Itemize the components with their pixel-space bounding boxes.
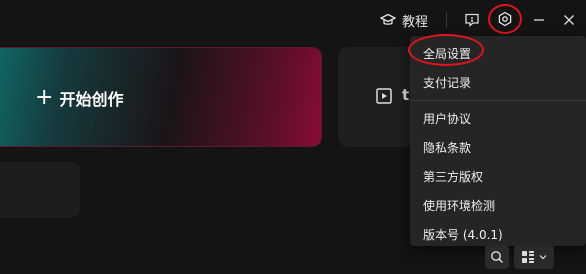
feedback-icon bbox=[465, 13, 479, 27]
start-creating-text: 开始创作 bbox=[59, 90, 124, 109]
titlebar-divider bbox=[446, 12, 447, 28]
menu-item-user-agreement[interactable]: 用户协议 bbox=[410, 105, 586, 134]
settings-dropdown-menu: 全局设置 支付记录 用户协议 隐私条款 第三方版权 使用环境检测 版本号 (4.… bbox=[410, 36, 586, 246]
close-button[interactable] bbox=[560, 9, 578, 31]
close-icon bbox=[564, 15, 574, 25]
minimize-button[interactable] bbox=[530, 9, 548, 31]
tutorial-button[interactable]: 教程 bbox=[380, 9, 428, 31]
plus-icon: + bbox=[35, 85, 54, 110]
start-creating-label: + 开始创作 bbox=[35, 86, 123, 110]
menu-item-global-settings[interactable]: 全局设置 bbox=[410, 40, 586, 69]
menu-item-third-party-copyright[interactable]: 第三方版权 bbox=[410, 163, 586, 192]
project-card[interactable] bbox=[0, 162, 80, 218]
search-icon bbox=[491, 251, 503, 263]
search-button[interactable] bbox=[485, 245, 509, 269]
view-toggle-button[interactable] bbox=[514, 245, 554, 269]
menu-item-environment-check[interactable]: 使用环境检测 bbox=[410, 192, 586, 221]
feedback-button[interactable] bbox=[462, 9, 482, 31]
secondary-card-label: t bbox=[402, 86, 410, 104]
grid-view-icon bbox=[522, 251, 534, 263]
menu-item-payment-records[interactable]: 支付记录 bbox=[410, 69, 586, 98]
menu-item-privacy-terms[interactable]: 隐私条款 bbox=[410, 134, 586, 163]
chevron-down-icon bbox=[539, 255, 547, 260]
tutorial-label: 教程 bbox=[402, 14, 429, 30]
graduation-cap-icon bbox=[380, 13, 396, 25]
minimize-icon bbox=[534, 19, 544, 21]
menu-divider bbox=[410, 100, 586, 101]
title-bar: 教程 bbox=[0, 0, 586, 40]
start-creating-card[interactable]: + 开始创作 bbox=[0, 47, 322, 147]
gear-icon bbox=[498, 11, 512, 27]
settings-button[interactable] bbox=[494, 8, 516, 30]
clapperboard-icon bbox=[376, 88, 392, 104]
